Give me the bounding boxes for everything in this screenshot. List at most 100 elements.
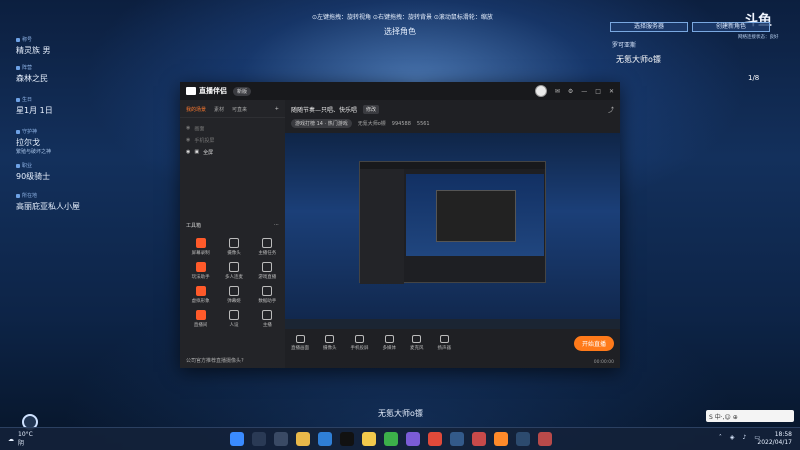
info-faction-value: 森林之民 bbox=[16, 74, 48, 83]
anchor-icon bbox=[262, 310, 273, 320]
stream-title[interactable]: 随随节奏—只唱、快乐唱 bbox=[291, 105, 357, 114]
steam-task-icon-2[interactable] bbox=[516, 432, 530, 446]
create-character-button[interactable]: 创建新角色 bbox=[692, 22, 770, 32]
mic-group-icon bbox=[228, 262, 239, 272]
tool-item[interactable]: 数据助手 bbox=[251, 286, 284, 304]
taskbar: ☁ 10°C 阴 ˄ ◈ ♪ ▭ 18:58 2022/04/17 bbox=[0, 427, 800, 450]
chrome-icon[interactable] bbox=[428, 432, 442, 446]
tool-item[interactable]: 屏幕录制 bbox=[184, 238, 217, 256]
tool-item[interactable]: 游戏直播 bbox=[251, 262, 284, 280]
tab-scenes[interactable]: 我的场景 bbox=[186, 106, 206, 113]
mail-icon[interactable] bbox=[318, 432, 332, 446]
nested-preview bbox=[406, 174, 544, 256]
tool-item[interactable]: 人设 bbox=[217, 310, 250, 328]
more-icon[interactable]: ⋯ bbox=[274, 222, 279, 229]
avatar-icon bbox=[195, 286, 206, 296]
eye-icon[interactable]: ◉ bbox=[186, 137, 190, 143]
phone-control[interactable]: 手机投屏 bbox=[351, 335, 369, 351]
scene-item[interactable]: ◉ 手机投屏 bbox=[186, 134, 279, 146]
category-pill[interactable]: 游戏打榜 14 · 热门游戏 bbox=[291, 119, 352, 128]
mic-icon bbox=[412, 335, 422, 343]
avatar[interactable] bbox=[534, 85, 547, 97]
search-icon[interactable] bbox=[252, 432, 266, 446]
mic-control[interactable]: 麦克风 bbox=[410, 335, 424, 351]
minimize-icon[interactable]: — bbox=[581, 88, 587, 95]
clock[interactable]: 18:58 2022/04/17 bbox=[757, 431, 792, 447]
bottom-character-name: 无氪大师o镖 bbox=[378, 409, 423, 418]
nested-window bbox=[359, 161, 546, 284]
app-icon[interactable] bbox=[362, 432, 376, 446]
tool-item[interactable]: 虚拟形象 bbox=[184, 286, 217, 304]
info-location-value: 高丽庇亚私人小屋 bbox=[16, 202, 80, 211]
footer-tip[interactable]: 公司官方推荐直播摄像头? bbox=[186, 357, 244, 364]
nested-titlebar bbox=[360, 162, 545, 169]
info-icon bbox=[16, 193, 20, 198]
tool-item[interactable]: 主播任务 bbox=[251, 238, 284, 256]
obs-task-icon[interactable] bbox=[538, 432, 552, 446]
start-icon[interactable] bbox=[230, 432, 244, 446]
status-line: 00:00:00 bbox=[285, 356, 620, 368]
maximize-icon[interactable]: □ bbox=[595, 88, 601, 95]
speaker-icon bbox=[439, 335, 449, 343]
streamer-name: 无氪大师o镖 bbox=[357, 121, 386, 127]
preview-taskbar bbox=[285, 319, 620, 329]
add-icon[interactable]: + bbox=[275, 106, 279, 113]
eye-icon[interactable]: ◉ bbox=[186, 149, 190, 155]
qq-icon[interactable] bbox=[340, 432, 354, 446]
close-icon[interactable]: ✕ bbox=[609, 88, 614, 95]
sidebar: 我的场景 素材 可直来 + ◉ 画面 ◉ 手机投屏 ◉ ▣ 全屏 工具箱 ⋯ 屏幕录制 摄… bbox=[180, 100, 285, 368]
chevron-up-icon[interactable]: ˄ bbox=[719, 434, 722, 441]
tab-materials[interactable]: 素材 bbox=[214, 106, 224, 113]
settings-icon[interactable]: ⚙ bbox=[568, 88, 573, 95]
ime-icons: S 中·,☺ ⊕ bbox=[709, 413, 738, 421]
folder-icon[interactable] bbox=[296, 432, 310, 446]
control-bar: 直播画面 摄像头 手机投屏 多媒体 麦克风 扬声器 开始直播 bbox=[285, 330, 620, 356]
wechat-icon[interactable] bbox=[384, 432, 398, 446]
tab-direct[interactable]: 可直来 bbox=[232, 106, 247, 113]
taskview-icon[interactable] bbox=[274, 432, 288, 446]
edit-tag[interactable]: 修改 bbox=[363, 105, 380, 114]
tool-item[interactable]: 多人连麦 bbox=[217, 262, 250, 280]
nested-nested-window bbox=[436, 190, 516, 242]
tool-item[interactable]: 摄像头 bbox=[217, 238, 250, 256]
screen-control[interactable]: 直播画面 bbox=[291, 335, 309, 351]
media-icon bbox=[384, 335, 394, 343]
tool-item[interactable]: 弹幕姬 bbox=[217, 286, 250, 304]
gamepad-icon bbox=[262, 262, 273, 272]
mail-icon[interactable]: ✉ bbox=[555, 88, 560, 95]
lock-icon[interactable]: ▣ bbox=[194, 149, 199, 155]
tool-item[interactable]: 主播 bbox=[251, 310, 284, 328]
steam-task-icon[interactable] bbox=[450, 432, 464, 446]
task-icon bbox=[262, 238, 273, 248]
nested-sidebar bbox=[360, 169, 404, 284]
ime-toolbar[interactable]: S 中·,☺ ⊕ bbox=[706, 410, 794, 422]
tool-item[interactable]: 直播间 bbox=[184, 310, 217, 328]
camera-control[interactable]: 摄像头 bbox=[323, 335, 337, 351]
character-name[interactable]: 无氪大师o镖 bbox=[616, 54, 661, 65]
phone-icon bbox=[355, 335, 364, 343]
live-companion-task-icon[interactable] bbox=[494, 432, 508, 446]
game-icon bbox=[195, 262, 206, 272]
window-titlebar: 直播伴侣 新版 ✉ ⚙ — □ ✕ bbox=[180, 82, 620, 100]
eye-icon[interactable]: ◉ bbox=[186, 125, 190, 131]
scene-item[interactable]: ◉ 画面 bbox=[186, 122, 279, 134]
game-task-icon[interactable] bbox=[472, 432, 486, 446]
stream-preview[interactable] bbox=[285, 133, 620, 329]
room-icon bbox=[195, 310, 206, 320]
scene-item[interactable]: ◉ ▣ 全屏 bbox=[186, 146, 279, 158]
start-live-button[interactable]: 开始直播 bbox=[573, 335, 614, 351]
speaker-control[interactable]: 扬声器 bbox=[438, 335, 451, 351]
info-guardian-value: 拉尔戈 bbox=[16, 138, 40, 147]
network-icon[interactable]: ◈ bbox=[730, 434, 735, 441]
vs-icon[interactable] bbox=[406, 432, 420, 446]
tool-item[interactable]: 玩法助手 bbox=[184, 262, 217, 280]
data-icon bbox=[262, 286, 273, 296]
volume-icon[interactable]: ♪ bbox=[742, 434, 746, 441]
weather-widget[interactable]: ☁ 10°C 阴 bbox=[8, 431, 33, 447]
select-server-button[interactable]: 选择服务器 bbox=[610, 22, 688, 32]
info-location: 所在地 高丽庇亚私人小屋 bbox=[16, 193, 80, 211]
media-control[interactable]: 多媒体 bbox=[383, 335, 396, 351]
version-chip[interactable]: 新版 bbox=[233, 86, 252, 96]
cloud-icon: ☁ bbox=[8, 435, 14, 443]
share-icon[interactable]: ⤴ bbox=[608, 105, 614, 114]
